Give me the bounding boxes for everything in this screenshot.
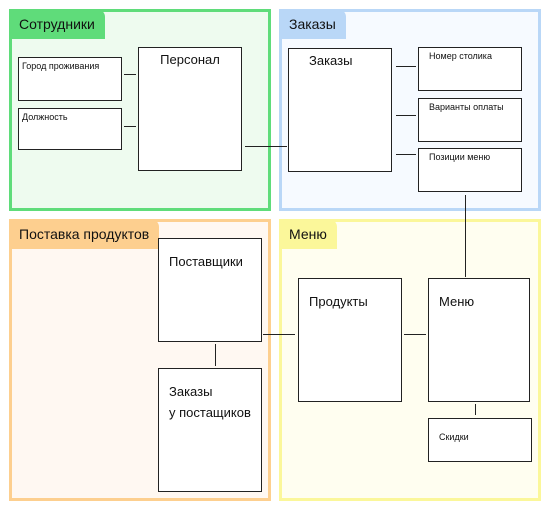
box-supplier-orders-line1: Заказы	[169, 384, 213, 399]
region-staff-title: Сотрудники	[9, 9, 105, 39]
box-supplier-orders-line2: у постащиков	[169, 405, 251, 420]
region-menu-title: Меню	[279, 219, 337, 249]
box-orders-label: Заказы	[309, 53, 353, 68]
connector-menu-items-menu	[465, 195, 467, 277]
box-supplier-orders: Заказы у постащиков	[158, 368, 262, 492]
box-city: Город проживания	[18, 57, 122, 101]
box-personnel-label: Персонал	[160, 52, 220, 67]
connector-city-personnel	[124, 74, 136, 76]
connector-orders-table-number	[396, 66, 416, 68]
connector-suppliers-supplier-orders	[215, 344, 217, 366]
region-supply-title: Поставка продуктов	[9, 219, 160, 249]
box-discounts-label: Скидки	[439, 432, 469, 442]
connector-orders-menu-items	[396, 154, 416, 156]
box-position: Должность	[18, 108, 122, 150]
box-menu-label: Меню	[439, 294, 475, 309]
box-products-label: Продукты	[309, 294, 368, 309]
box-supplier-orders-label: Заказы у постащиков	[169, 381, 251, 423]
box-suppliers-label: Поставщики	[169, 254, 243, 269]
connector-position-personnel	[124, 126, 136, 128]
box-table-number: Номер столика	[418, 47, 522, 91]
region-orders-title: Заказы	[279, 9, 346, 39]
box-position-label: Должность	[22, 112, 68, 122]
box-menu-items-label: Позиции меню	[429, 152, 491, 162]
box-products: Продукты	[298, 278, 402, 402]
box-orders: Заказы	[288, 48, 392, 172]
box-menu: Меню	[428, 278, 530, 402]
box-payment-options: Варианты оплаты	[418, 98, 522, 142]
box-personnel: Персонал	[138, 47, 242, 171]
connector-orders-payment	[396, 115, 416, 117]
connector-products-menu	[404, 334, 426, 336]
connector-menu-discounts	[475, 404, 477, 415]
box-table-number-label: Номер столика	[429, 51, 492, 61]
connector-personnel-orders	[245, 146, 287, 148]
box-payment-options-label: Варианты оплаты	[429, 102, 504, 112]
connector-suppliers-products	[263, 334, 295, 336]
box-city-label: Город проживания	[22, 61, 100, 71]
box-menu-items: Позиции меню	[418, 148, 522, 192]
box-discounts: Скидки	[428, 418, 532, 462]
box-suppliers: Поставщики	[158, 238, 262, 342]
